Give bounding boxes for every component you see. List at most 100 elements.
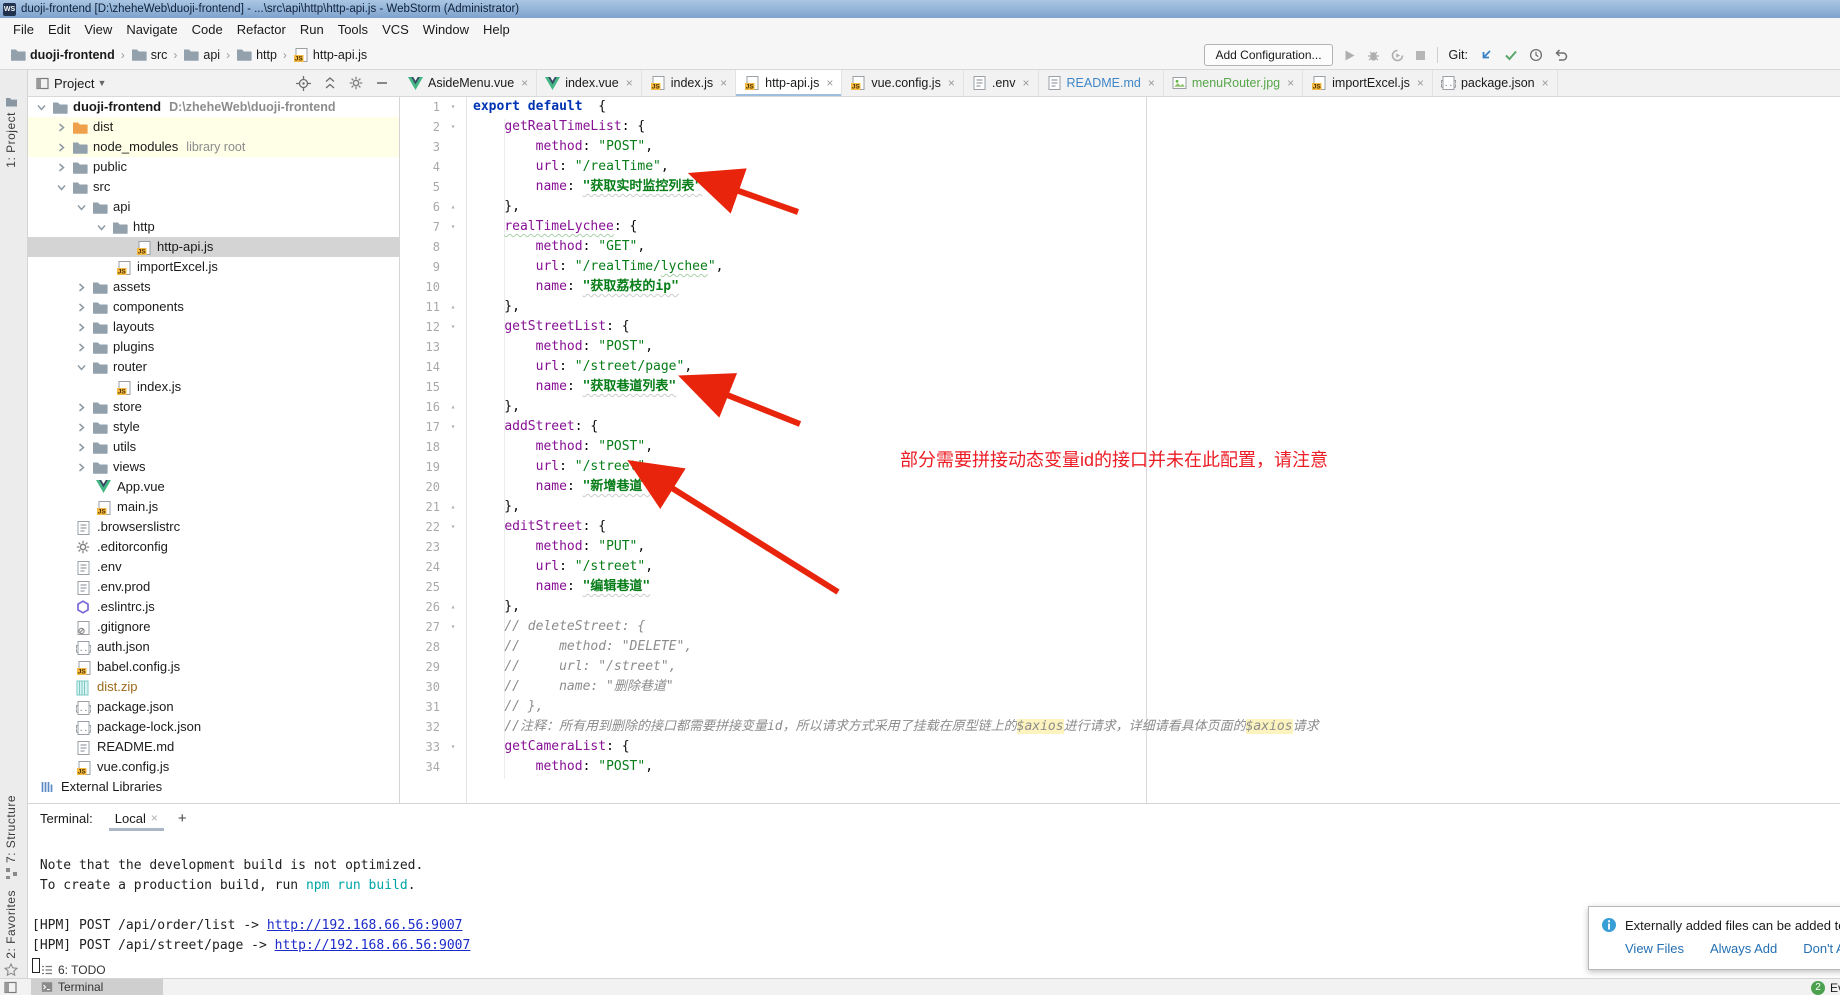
close-icon[interactable]: ×: [521, 76, 528, 90]
close-icon[interactable]: ×: [626, 76, 633, 90]
settings-gear-icon[interactable]: [349, 76, 363, 90]
close-icon[interactable]: ×: [1287, 76, 1294, 90]
tab-menurouter-jpg[interactable]: menuRouter.jpg×: [1164, 70, 1303, 96]
tree-item-http[interactable]: http: [28, 217, 399, 237]
chevron-right-icon[interactable]: [76, 461, 88, 473]
menu-item-view[interactable]: View: [77, 20, 119, 39]
tree-item-assets[interactable]: assets: [28, 277, 399, 297]
run-icon[interactable]: [1343, 49, 1356, 62]
menu-item-help[interactable]: Help: [476, 20, 517, 39]
tab-readme-md[interactable]: README.md×: [1039, 70, 1164, 96]
tab-http-api-js[interactable]: JShttp-api.js×: [736, 70, 842, 96]
tree-item-eslintrc-js[interactable]: .eslintrc.js: [28, 597, 399, 617]
collapse-all-icon[interactable]: [323, 76, 337, 90]
fold-start-icon[interactable]: ▾: [446, 737, 460, 757]
tree-item-main-js[interactable]: JSmain.js: [28, 497, 399, 517]
fold-end-icon[interactable]: ▴: [446, 497, 460, 517]
debug-icon[interactable]: [1367, 49, 1380, 62]
chevron-right-icon[interactable]: [56, 141, 68, 153]
fold-start-icon[interactable]: ▾: [446, 617, 460, 637]
fold-start-icon[interactable]: ▾: [446, 217, 460, 237]
tree-item-dist-zip[interactable]: dist.zip: [28, 677, 399, 697]
notification-link-view-files[interactable]: View Files: [1625, 941, 1684, 956]
breadcrumb-item-http[interactable]: http: [236, 47, 277, 62]
git-history-icon[interactable]: [1529, 48, 1543, 62]
event-log-label[interactable]: Ev: [1830, 981, 1840, 995]
close-icon[interactable]: ×: [826, 76, 833, 90]
tree-item-app-vue[interactable]: App.vue: [28, 477, 399, 497]
close-icon[interactable]: ×: [1148, 76, 1155, 90]
chevron-right-icon[interactable]: [76, 421, 88, 433]
stripe-project-button[interactable]: 1: Project: [4, 96, 18, 168]
chevron-right-icon[interactable]: [76, 281, 88, 293]
tab-importexcel-js[interactable]: JSimportExcel.js×: [1303, 70, 1433, 96]
tree-item-index-js[interactable]: JSindex.js: [28, 377, 399, 397]
project-tool-window-header[interactable]: Project ▼: [28, 70, 400, 96]
event-log-badge[interactable]: 2: [1811, 981, 1825, 995]
tree-item-components[interactable]: components: [28, 297, 399, 317]
git-commit-icon[interactable]: [1504, 48, 1518, 62]
notification-link-always-add[interactable]: Always Add: [1710, 941, 1777, 956]
close-icon[interactable]: ×: [151, 811, 158, 825]
tree-item-env-prod[interactable]: .env.prod: [28, 577, 399, 597]
tree-item-router[interactable]: router: [28, 357, 399, 377]
tree-item-src[interactable]: src: [28, 177, 399, 197]
fold-end-icon[interactable]: ▴: [446, 197, 460, 217]
menu-item-file[interactable]: File: [6, 20, 41, 39]
tab-asidemenu-vue[interactable]: AsideMenu.vue×: [400, 70, 537, 96]
tree-item-public[interactable]: public: [28, 157, 399, 177]
tab-index-vue[interactable]: index.vue×: [537, 70, 642, 96]
chevron-down-icon[interactable]: [36, 101, 48, 113]
menu-item-refactor[interactable]: Refactor: [230, 20, 293, 39]
chevron-right-icon[interactable]: [76, 401, 88, 413]
tree-item-views[interactable]: views: [28, 457, 399, 477]
menu-item-code[interactable]: Code: [185, 20, 230, 39]
locate-file-icon[interactable]: [296, 76, 311, 91]
tree-item-plugins[interactable]: plugins: [28, 337, 399, 357]
notification-link-don-t-ask-agai[interactable]: Don't Ask Agai: [1803, 941, 1840, 956]
stripe-structure-button[interactable]: 7: Structure: [4, 795, 18, 880]
git-revert-icon[interactable]: [1554, 48, 1568, 62]
close-icon[interactable]: ×: [1542, 76, 1549, 90]
fold-start-icon[interactable]: ▾: [446, 317, 460, 337]
tree-item-http-api-js[interactable]: JShttp-api.js: [28, 237, 399, 257]
fold-start-icon[interactable]: ▾: [446, 417, 460, 437]
tree-item-browserslistrc[interactable]: .browserslistrc: [28, 517, 399, 537]
chevron-down-icon[interactable]: [96, 221, 108, 233]
menu-item-window[interactable]: Window: [416, 20, 476, 39]
chevron-right-icon[interactable]: [76, 341, 88, 353]
chevron-right-icon[interactable]: [76, 321, 88, 333]
tree-item-duoji-frontend[interactable]: duoji-frontendD:\zheheWeb\duoji-frontend: [28, 97, 399, 117]
fold-end-icon[interactable]: ▴: [446, 297, 460, 317]
tree-item-env[interactable]: .env: [28, 557, 399, 577]
terminal-tab-local[interactable]: Local ×: [109, 807, 164, 831]
statusbar-item-6-todo[interactable]: 6: TODO: [31, 962, 163, 979]
tree-item-dist[interactable]: dist: [28, 117, 399, 137]
tab-vue-config-js[interactable]: JSvue.config.js×: [842, 70, 964, 96]
tree-item-api[interactable]: api: [28, 197, 399, 217]
hide-panel-icon[interactable]: [375, 76, 389, 90]
tree-item-package-json[interactable]: {..}package.json: [28, 697, 399, 717]
menu-item-vcs[interactable]: VCS: [375, 20, 416, 39]
close-icon[interactable]: ×: [1022, 76, 1029, 90]
chevron-down-icon[interactable]: [76, 361, 88, 373]
menu-item-navigate[interactable]: Navigate: [119, 20, 184, 39]
chevron-right-icon[interactable]: [56, 161, 68, 173]
fold-start-icon[interactable]: ▾: [446, 97, 460, 117]
tab-index-js[interactable]: JSindex.js×: [642, 70, 736, 96]
tree-item-auth-json[interactable]: {..}auth.json: [28, 637, 399, 657]
fold-end-icon[interactable]: ▴: [446, 597, 460, 617]
tree-item-style[interactable]: style: [28, 417, 399, 437]
terminal-output[interactable]: Note that the development build is not o…: [32, 836, 1822, 979]
breadcrumb-item-http-api-js[interactable]: JShttp-api.js: [293, 47, 367, 63]
chevron-right-icon[interactable]: [76, 301, 88, 313]
tree-item-external-libraries[interactable]: External Libraries: [28, 777, 399, 797]
tree-item-utils[interactable]: utils: [28, 437, 399, 457]
menu-item-run[interactable]: Run: [293, 20, 331, 39]
chevron-right-icon[interactable]: [76, 441, 88, 453]
fold-start-icon[interactable]: ▾: [446, 517, 460, 537]
menu-item-tools[interactable]: Tools: [331, 20, 375, 39]
add-configuration-button[interactable]: Add Configuration...: [1204, 44, 1332, 66]
breadcrumb-item-src[interactable]: src: [131, 47, 168, 62]
stripe-favorites-button[interactable]: 2: Favorites: [4, 890, 18, 977]
